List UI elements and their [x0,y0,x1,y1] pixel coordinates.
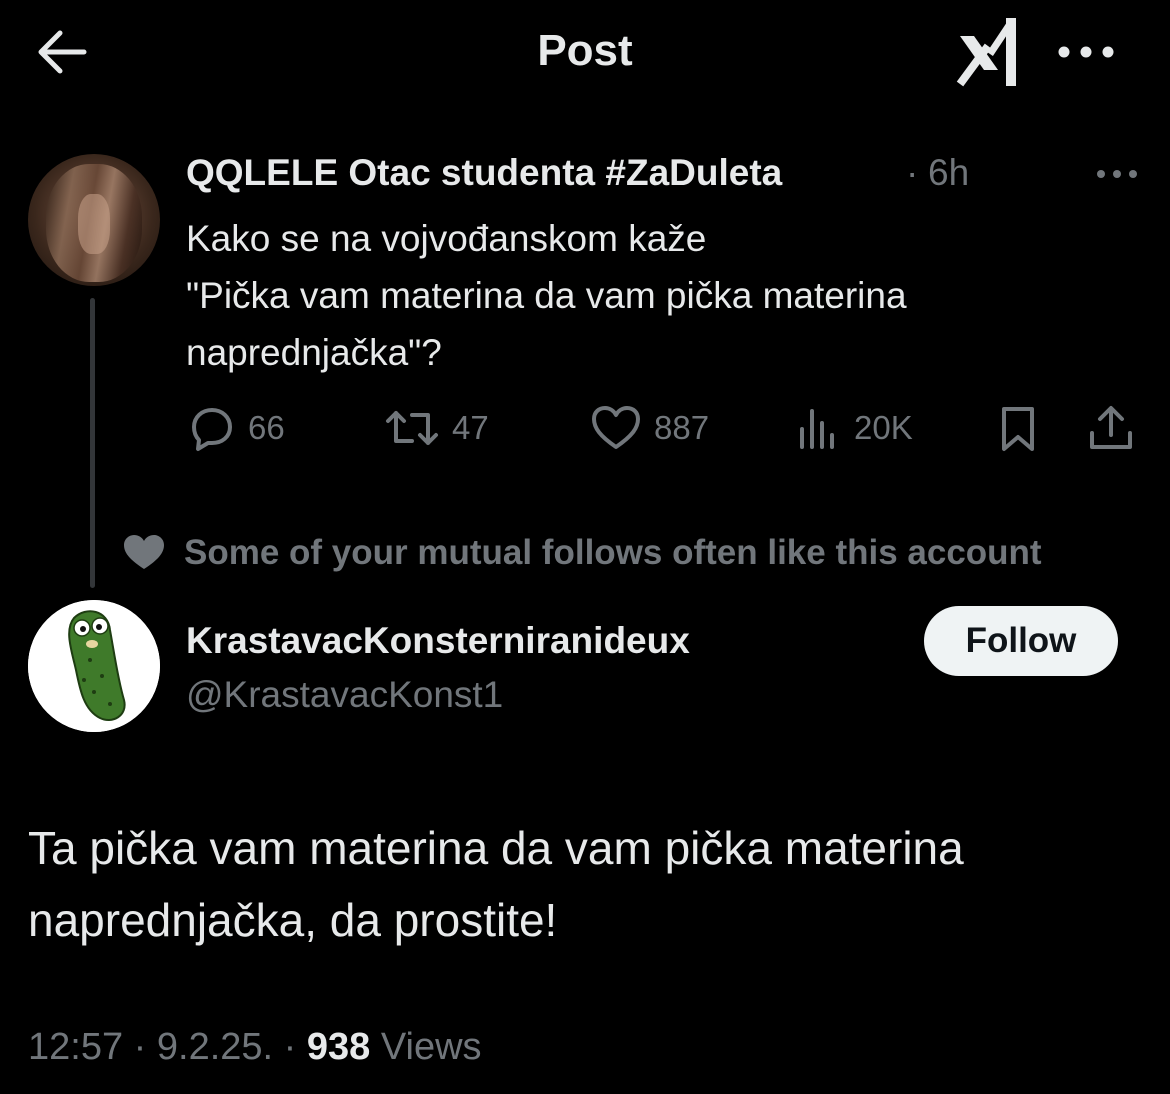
like-button[interactable]: 887 [590,400,709,456]
like-count: 887 [654,409,710,446]
more-horizontal-icon [1097,170,1137,178]
bookmark-button[interactable] [996,400,1040,456]
post-views-label: Views [380,1026,482,1068]
social-context: Some of your mutual follows often like t… [122,530,1042,576]
views-button[interactable]: 20K [794,400,913,456]
grok-button[interactable] [954,14,1026,90]
reply-count: 66 [248,409,285,446]
heart-filled-icon [124,535,164,569]
reply-button[interactable]: 66 [186,400,285,456]
follow-button[interactable]: Follow [924,606,1118,676]
social-context-text: Some of your mutual follows often like t… [184,533,1042,572]
reply-tweet-text: Ta pička vam materina da vam pička mater… [28,822,964,946]
thread-connector-line [90,298,95,588]
post-time[interactable]: 12:57 [28,1026,123,1068]
separator-dot: · [906,152,919,193]
arrow-left-icon [38,30,87,74]
reply-author-handle[interactable]: @KrastavacKonst1 [186,674,503,716]
back-button[interactable] [32,22,92,82]
parent-tweet-text: Kako se na vojvođanskom kaže "Pička vam … [186,218,907,373]
share-icon [1090,406,1132,449]
reply-author-avatar[interactable] [28,600,160,732]
more-horizontal-icon [1058,46,1114,58]
parent-author-name[interactable]: QQLELE Otac studenta #ZaDuleta [186,152,782,194]
post-views-count[interactable]: 938 [307,1026,370,1068]
grok-icon [956,18,1016,87]
views-count: 20K [854,409,913,446]
parent-timestamp[interactable]: 6h [928,152,969,194]
post-date[interactable]: 9.2.25. [157,1026,273,1068]
more-options-button[interactable] [1054,34,1118,70]
repost-button[interactable]: 47 [384,400,489,456]
reply-icon [192,408,232,451]
share-button[interactable] [1086,400,1136,456]
analytics-icon [800,409,834,449]
top-app-bar: Post [0,0,1170,116]
parent-action-bar: 66 47 887 20K [186,400,1146,456]
repost-count: 47 [452,409,489,446]
parent-author-avatar[interactable] [28,154,160,286]
parent-more-button[interactable] [1094,162,1140,186]
repost-icon [386,411,438,445]
post-meta: 12:57 · 9.2.25. · 938 Views [28,1026,482,1068]
bookmark-icon [1002,407,1034,451]
cucumber-avatar-image [28,600,160,732]
reply-author-name[interactable]: KrastavacKonsterniranideux [186,620,690,662]
heart-icon [592,406,640,449]
